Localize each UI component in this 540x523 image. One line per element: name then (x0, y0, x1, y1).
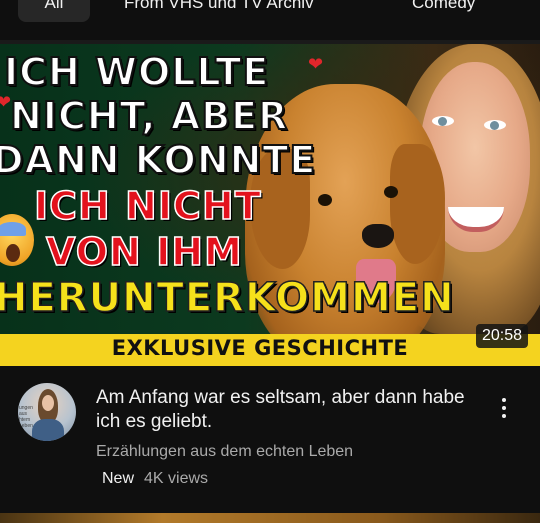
dog-nose (362, 224, 394, 248)
exclusive-banner: EXKLUSIVE GESCHICHTE (0, 334, 540, 366)
heart-icon: ❤ (308, 54, 324, 74)
woman-eye-right (484, 120, 506, 130)
thumb-line-3: DANN KONNTE (0, 138, 317, 182)
duration-badge: 20:58 (475, 324, 528, 348)
more-vert-icon[interactable] (494, 395, 514, 425)
thumb-line-1: ICH WOLLTE (3, 50, 270, 94)
dog-eye-left (318, 194, 332, 206)
channel-name[interactable]: Erzählungen aus dem echten Leben (96, 443, 353, 461)
view-count: 4K views (144, 470, 209, 487)
video-thumbnail[interactable]: ICH WOLLTE ❤ ❤ NICHT, ABER DANN KONNTE I… (0, 44, 540, 366)
chip-all[interactable]: All (18, 0, 90, 22)
video-title[interactable]: Am Anfang war es seltsam, aber dann habe… (96, 386, 466, 434)
video-stats: New 4K views (102, 470, 208, 488)
woman-eye-left (432, 116, 454, 126)
filter-chips: All From VHS und TV Archiv Comedy (0, 0, 540, 34)
avatar-face (42, 395, 54, 411)
next-video-thumbnail[interactable] (0, 513, 540, 523)
chip-comedy[interactable]: Comedy (396, 0, 491, 22)
thumb-line-2: NICHT, ABER (9, 94, 289, 138)
thumb-line-4: ICH NICHT (33, 184, 262, 228)
thumb-line-5: VON IHM (45, 230, 243, 274)
new-badge: New (102, 470, 135, 487)
chip-vhs-tv-archiv[interactable]: From VHS und TV Archiv (108, 0, 330, 22)
channel-avatar[interactable]: ungen aus htem Leben (18, 383, 76, 441)
banner-text: EXKLUSIVE GESCHICHTE (111, 336, 409, 360)
thumb-line-6: HERUNTERKOMMEN (0, 275, 455, 321)
avatar-text: ungen aus htem Leben (19, 405, 33, 429)
dog-eye-right (384, 186, 398, 198)
